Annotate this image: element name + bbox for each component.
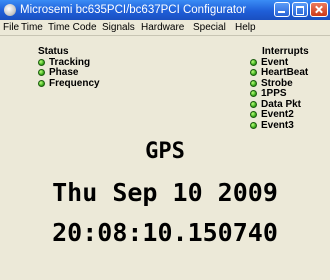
minimize-button[interactable] <box>274 2 290 17</box>
time-display: 20:08:10.150740 <box>52 218 278 247</box>
menu-help[interactable]: Help <box>235 20 256 35</box>
event-led-icon <box>250 59 257 66</box>
event3-label: Event3 <box>261 120 294 131</box>
heartbeat-label: HeartBeat <box>261 67 309 78</box>
menu-time-code[interactable]: Time Code <box>48 20 97 35</box>
event2-label: Event2 <box>261 109 294 120</box>
tracking-led-icon <box>38 59 45 66</box>
menu-special[interactable]: Special <box>193 20 226 35</box>
frequency-led-icon <box>38 80 45 87</box>
time-source-display: GPS <box>145 139 185 164</box>
window-title: Microsemi bc635PCI/bc637PCI Configurator <box>20 4 247 16</box>
date-display: Thu Sep 10 2009 <box>52 178 278 207</box>
event3-led-icon <box>250 122 257 129</box>
menu-bar: File Time Time Code Signals Hardware Spe… <box>0 20 330 36</box>
menu-time[interactable]: Time <box>21 20 43 35</box>
phase-label: Phase <box>49 67 79 78</box>
frequency-label: Frequency <box>49 78 100 89</box>
configurator-window: Microsemi bc635PCI/bc637PCI Configurator… <box>0 0 330 280</box>
close-button[interactable] <box>310 2 328 17</box>
client-area: Status Tracking Phase Frequency Interrup… <box>0 36 330 280</box>
menu-signals[interactable]: Signals <box>102 20 135 35</box>
interrupts-heading: Interrupts <box>262 46 309 57</box>
event2-led-icon <box>250 111 257 118</box>
heartbeat-led-icon <box>250 69 257 76</box>
1pps-label: 1PPS <box>261 88 287 99</box>
phase-led-icon <box>38 69 45 76</box>
maximize-button[interactable] <box>292 2 308 17</box>
strobe-led-icon <box>250 80 257 87</box>
app-globe-icon[interactable] <box>4 4 16 16</box>
1pps-led-icon <box>250 90 257 97</box>
status-heading: Status <box>38 46 69 57</box>
menu-hardware[interactable]: Hardware <box>141 20 184 35</box>
menu-file[interactable]: File <box>3 20 19 35</box>
data-pkt-led-icon <box>250 101 257 108</box>
title-bar[interactable]: Microsemi bc635PCI/bc637PCI Configurator <box>0 0 330 20</box>
